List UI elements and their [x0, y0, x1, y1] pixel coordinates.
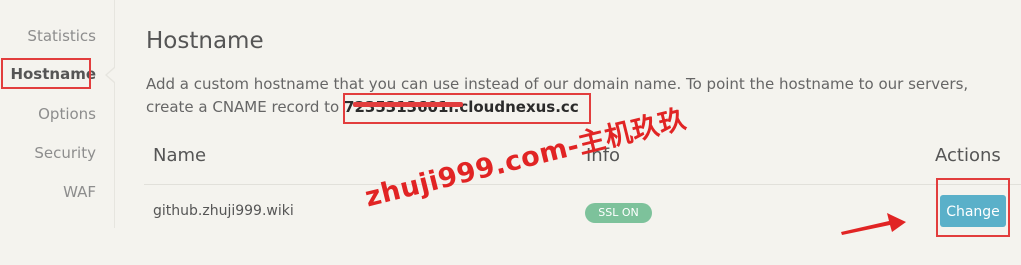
change-button[interactable]: Change	[940, 195, 1006, 227]
table-divider	[144, 184, 1021, 185]
ssl-status-badge: SSL ON	[585, 203, 652, 223]
cname-highlight-box	[343, 93, 591, 124]
settings-sidebar: Statistics Hostname Options Security WAF	[0, 0, 115, 228]
table-header-actions: Actions	[935, 145, 1001, 166]
page-title: Hostname	[146, 28, 264, 54]
arrow-right-icon	[841, 213, 906, 235]
sidebar-item-statistics[interactable]: Statistics	[27, 27, 96, 45]
table-header-name: Name	[153, 145, 207, 166]
description-prefix: create a CNAME record to	[146, 98, 340, 116]
sidebar-item-security[interactable]: Security	[34, 144, 96, 162]
sidebar-item-waf[interactable]: WAF	[63, 183, 96, 201]
hostname-settings-page: Statistics Hostname Options Security WAF…	[0, 0, 1021, 265]
hostname-cell: github.zhuji999.wiki	[153, 203, 294, 219]
redaction-mark	[353, 102, 463, 107]
hostname-highlight-box	[1, 58, 91, 89]
sidebar-item-options[interactable]: Options	[38, 105, 96, 123]
active-pointer-inner	[107, 68, 115, 82]
